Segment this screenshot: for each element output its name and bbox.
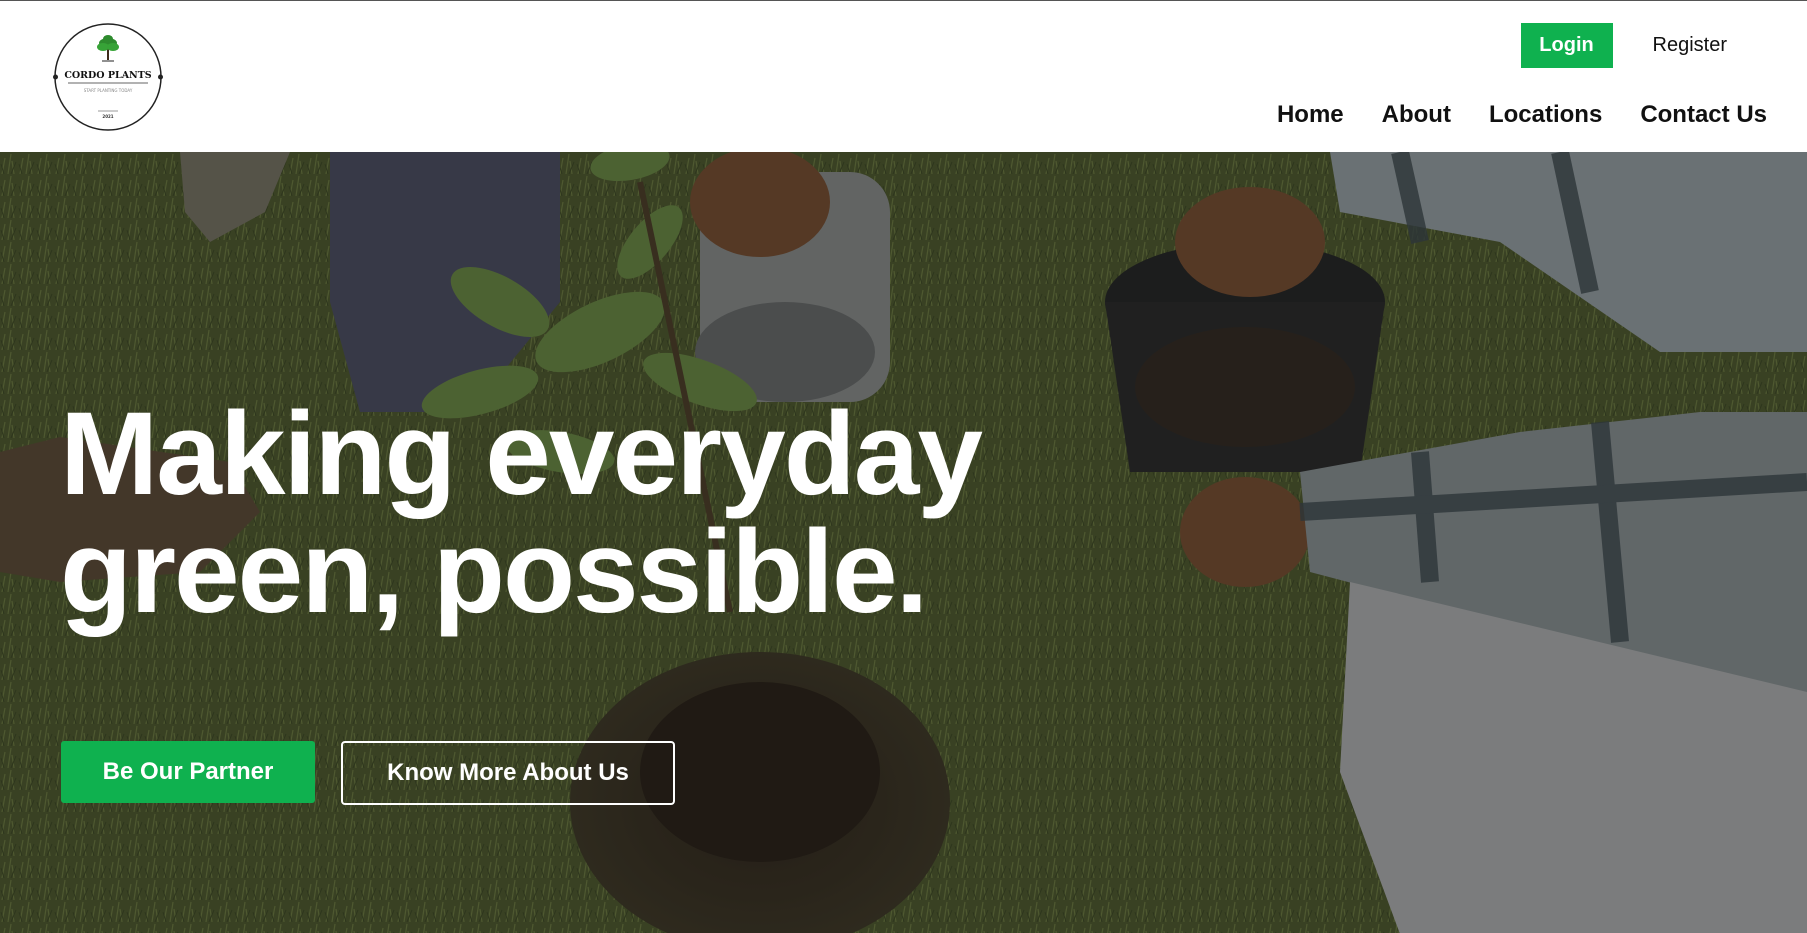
auth-actions: Login Register — [1520, 23, 1747, 68]
register-button[interactable]: Register — [1633, 23, 1747, 68]
hero-cta-group: Be Our Partner Know More About Us — [61, 741, 675, 805]
nav-item-contact-us[interactable]: Contact Us — [1640, 101, 1767, 129]
logo-tagline: START PLANTING TODAY — [84, 88, 133, 93]
logo-brand: CORDO PLANTS — [64, 70, 151, 81]
nav-item-locations[interactable]: Locations — [1489, 101, 1602, 129]
hero-title: Making everyday green, possible. — [60, 388, 983, 638]
login-button[interactable]: Login — [1520, 23, 1613, 68]
hero-section: Making everyday green, possible. Be Our … — [0, 152, 1807, 933]
nav-item-about[interactable]: About — [1382, 101, 1451, 129]
main-nav: Home About Locations Contact Us — [1277, 101, 1767, 129]
nav-item-home[interactable]: Home — [1277, 101, 1344, 129]
know-more-button[interactable]: Know More About Us — [341, 741, 675, 805]
logo-badge: CORDO PLANTS START PLANTING TODAY 2021 — [53, 23, 163, 131]
hero-title-line-2: green, possible. — [60, 506, 928, 638]
logo-year: 2021 — [102, 114, 113, 119]
page: CORDO PLANTS START PLANTING TODAY 2021 L… — [0, 0, 1807, 933]
site-logo[interactable]: CORDO PLANTS START PLANTING TODAY 2021 — [53, 22, 163, 132]
hero-title-line-1: Making everyday — [60, 388, 983, 520]
site-header: CORDO PLANTS START PLANTING TODAY 2021 L… — [0, 1, 1807, 152]
be-our-partner-button[interactable]: Be Our Partner — [61, 741, 315, 803]
